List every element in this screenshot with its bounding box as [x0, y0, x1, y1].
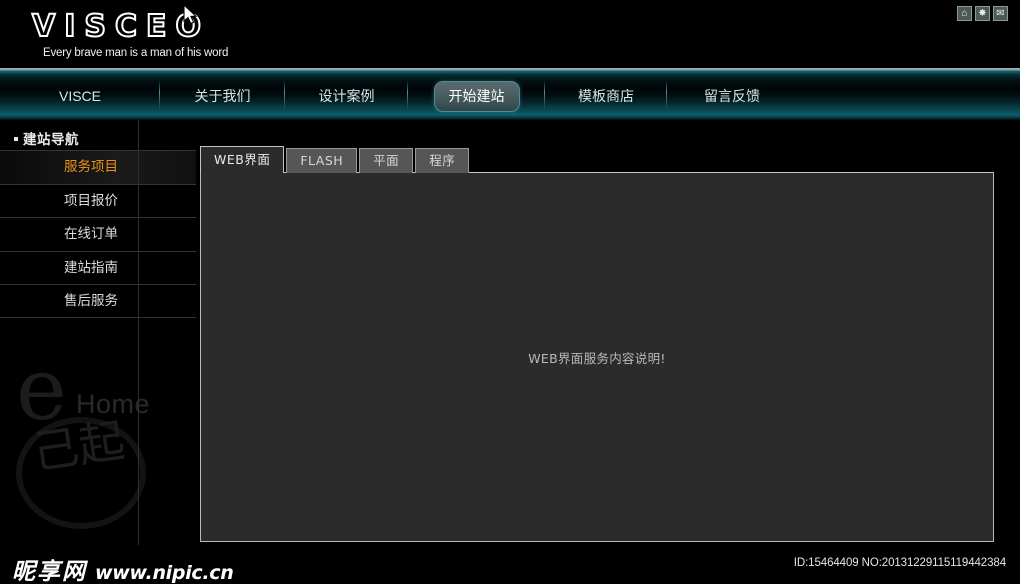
- bullet-icon: [14, 137, 18, 141]
- nav-item-label: 开始建站: [433, 80, 520, 112]
- site-footer: ID:15464409 NO:20131229115119442384: [0, 545, 1020, 584]
- nav-item-label: 关于我们: [194, 88, 251, 104]
- sidebar-item-services[interactable]: 服务项目: [0, 150, 196, 184]
- nav-item-template-store[interactable]: 模板商店: [545, 68, 667, 120]
- tab-web-interface[interactable]: WEB界面: [200, 146, 285, 173]
- sidebar-menu: 服务项目 项目报价 在线订单 建站指南 售后服务: [0, 150, 196, 318]
- nav-item-label: VISCE: [58, 88, 101, 104]
- logo-tagline: Every brave man is a man of his word: [43, 47, 229, 59]
- nav-item-label: 设计案例: [318, 88, 375, 104]
- nav-item-feedback[interactable]: 留言反馈: [667, 68, 797, 120]
- logo-letter-e: e: [16, 340, 67, 440]
- sidebar-heading: 建站导航: [14, 128, 79, 148]
- nav-item-about-us[interactable]: 关于我们: [160, 68, 285, 120]
- page-root: VISCEO Every brave man is a man of his w…: [0, 0, 1020, 584]
- logo-wordmark: VISCEO: [31, 9, 210, 45]
- tab-program[interactable]: 程序: [415, 148, 470, 173]
- nav-item-design-cases[interactable]: 设计案例: [285, 68, 408, 120]
- sidebar-item-after-sales[interactable]: 售后服务: [0, 284, 196, 318]
- sidebar-divider: [138, 120, 139, 545]
- site-header: VISCEO Every brave man is a man of his w…: [0, 0, 1020, 68]
- content-panel: WEB界面服务内容说明!: [200, 172, 994, 542]
- logo-seal-calligraphy: 己起: [29, 413, 128, 480]
- mail-icon[interactable]: ✉: [993, 6, 1008, 21]
- footer-id-text: ID:15464409 NO:20131229115119442384: [793, 557, 1006, 569]
- home-icon[interactable]: ⌂: [957, 6, 972, 21]
- sidebar-item-build-guide[interactable]: 建站指南: [0, 250, 196, 284]
- sidebar: 建站导航 服务项目 项目报价 在线订单 建站指南 售后服务 e Home 己起: [0, 120, 196, 545]
- main-content: WEB界面 FLASH 平面 程序 WEB界面服务内容说明!: [196, 120, 1020, 545]
- favorite-icon[interactable]: ✸: [975, 6, 990, 21]
- tab-graphic[interactable]: 平面: [359, 148, 414, 173]
- nav-item-label: 留言反馈: [704, 88, 760, 104]
- main-navigation-bar: VISCE 关于我们 设计案例 开始建站 模板商店 留言反馈: [0, 68, 1020, 120]
- tab-bar: WEB界面 FLASH 平面 程序: [200, 146, 471, 173]
- nav-list: VISCE 关于我们 设计案例 开始建站 模板商店 留言反馈: [0, 68, 1020, 120]
- sidebar-heading-label: 建站导航: [23, 132, 79, 148]
- nav-item-start-building[interactable]: 开始建站: [408, 68, 545, 120]
- nav-item-visce[interactable]: VISCE: [0, 68, 160, 120]
- page-body: 建站导航 服务项目 项目报价 在线订单 建站指南 售后服务 e Home 己起 …: [0, 120, 1020, 545]
- nav-item-label: 模板商店: [578, 88, 634, 104]
- sidebar-item-online-order[interactable]: 在线订单: [0, 217, 196, 251]
- logo-ring-shape: [16, 417, 146, 529]
- sidebar-watermark-logo: e Home 己起: [8, 340, 168, 529]
- header-icon-group: ⌂ ✸ ✉: [957, 6, 1008, 21]
- tab-flash[interactable]: FLASH: [286, 148, 358, 173]
- content-description-text: WEB界面服务内容说明!: [528, 351, 666, 366]
- site-logo[interactable]: VISCEO Every brave man is a man of his w…: [30, 9, 290, 60]
- sidebar-item-quotation[interactable]: 项目报价: [0, 183, 196, 217]
